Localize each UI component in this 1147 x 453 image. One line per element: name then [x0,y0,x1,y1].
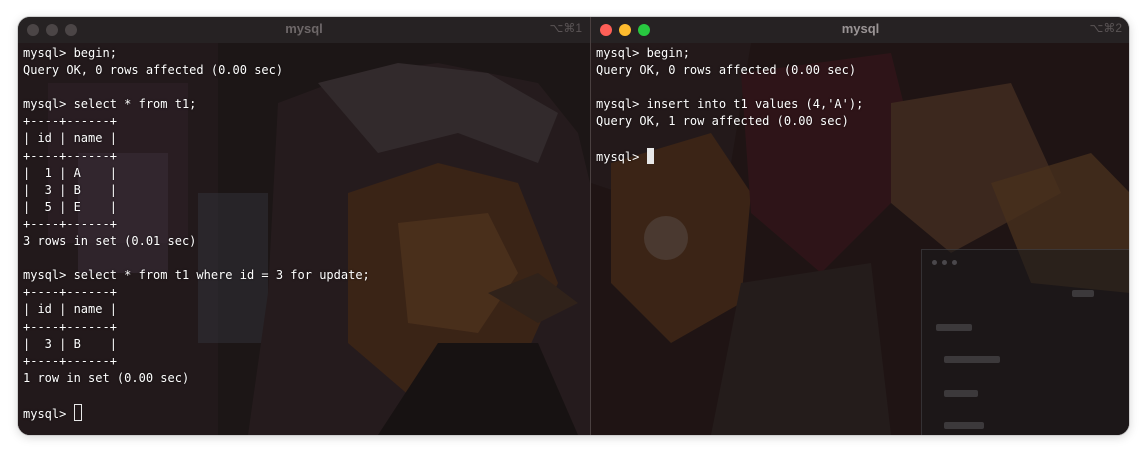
text-cursor-inactive [73,403,82,421]
terminal-line: +----+------+ [23,148,117,163]
terminal-line: +----+------+ [23,285,117,300]
terminal-line: Query OK, 0 rows affected (0.00 sec) [23,63,284,78]
terminal-line: 1 row in set (0.00 sec) [23,370,190,385]
terminal-line: mysql> begin; [23,46,117,60]
terminal-line: | id | name | [23,302,117,317]
prompt-line[interactable]: mysql> [596,147,863,165]
terminal-line: +----+------+ [23,114,117,129]
prompt-text: mysql> [23,406,74,421]
ghost-dot [952,260,957,265]
ghost-dot [942,260,947,265]
right-terminal-pane[interactable]: mysql ⌥⌘2 mysql> begin; Query OK, 0 rows … [590,17,1129,435]
right-pane-titlebar[interactable]: mysql ⌥⌘2 [591,17,1129,44]
terminal-line: | id | name | [23,131,117,146]
terminal-line: | 1 | A | [23,165,117,180]
background-ghost-window [921,249,1129,435]
terminal-line: Query OK, 0 rows affected (0.00 sec) [596,63,857,78]
terminal-window: mysql ⌥⌘1 mysql> begin; Query OK, 0 rows … [18,17,1129,435]
terminal-line: 3 rows in set (0.01 sec) [23,234,197,249]
left-pane-shortcut: ⌥⌘1 [549,21,582,35]
text-cursor [646,147,654,164]
terminal-line: mysql> begin; [596,46,690,60]
ghost-text [944,356,1000,363]
terminal-line: +----+------+ [23,319,117,334]
right-pane-shortcut: ⌥⌘2 [1089,21,1122,35]
terminal-line: mysql> select * from t1 where id = 3 for… [23,268,370,283]
ghost-text [944,390,978,397]
terminal-line: | 3 | B | [23,182,117,197]
right-terminal-output[interactable]: mysql> begin; Query OK, 0 rows affected (… [596,45,863,165]
terminal-line: | 5 | E | [23,199,117,214]
prompt-line[interactable]: mysql> [23,403,370,421]
left-pane-titlebar[interactable]: mysql ⌥⌘1 [18,17,590,44]
left-terminal-pane[interactable]: mysql ⌥⌘1 mysql> begin; Query OK, 0 rows … [18,17,590,435]
ghost-text [936,324,972,331]
ghost-text [944,422,984,429]
left-pane-title: mysql [285,21,323,36]
terminal-line: Query OK, 1 row affected (0.00 sec) [596,114,849,129]
terminal-line: +----+------+ [23,216,117,231]
left-terminal-output[interactable]: mysql> begin; Query OK, 0 rows affected (… [23,45,370,421]
terminal-line: +----+------+ [23,353,117,368]
ghost-text [1072,290,1094,297]
prompt-text: mysql> [596,149,647,164]
terminal-line: mysql> insert into t1 values (4,'A'); [596,97,864,112]
terminal-line: mysql> select * from t1; [23,97,197,112]
terminal-line: | 3 | B | [23,336,117,351]
right-pane-title: mysql [841,21,880,36]
ghost-dot [932,260,937,265]
